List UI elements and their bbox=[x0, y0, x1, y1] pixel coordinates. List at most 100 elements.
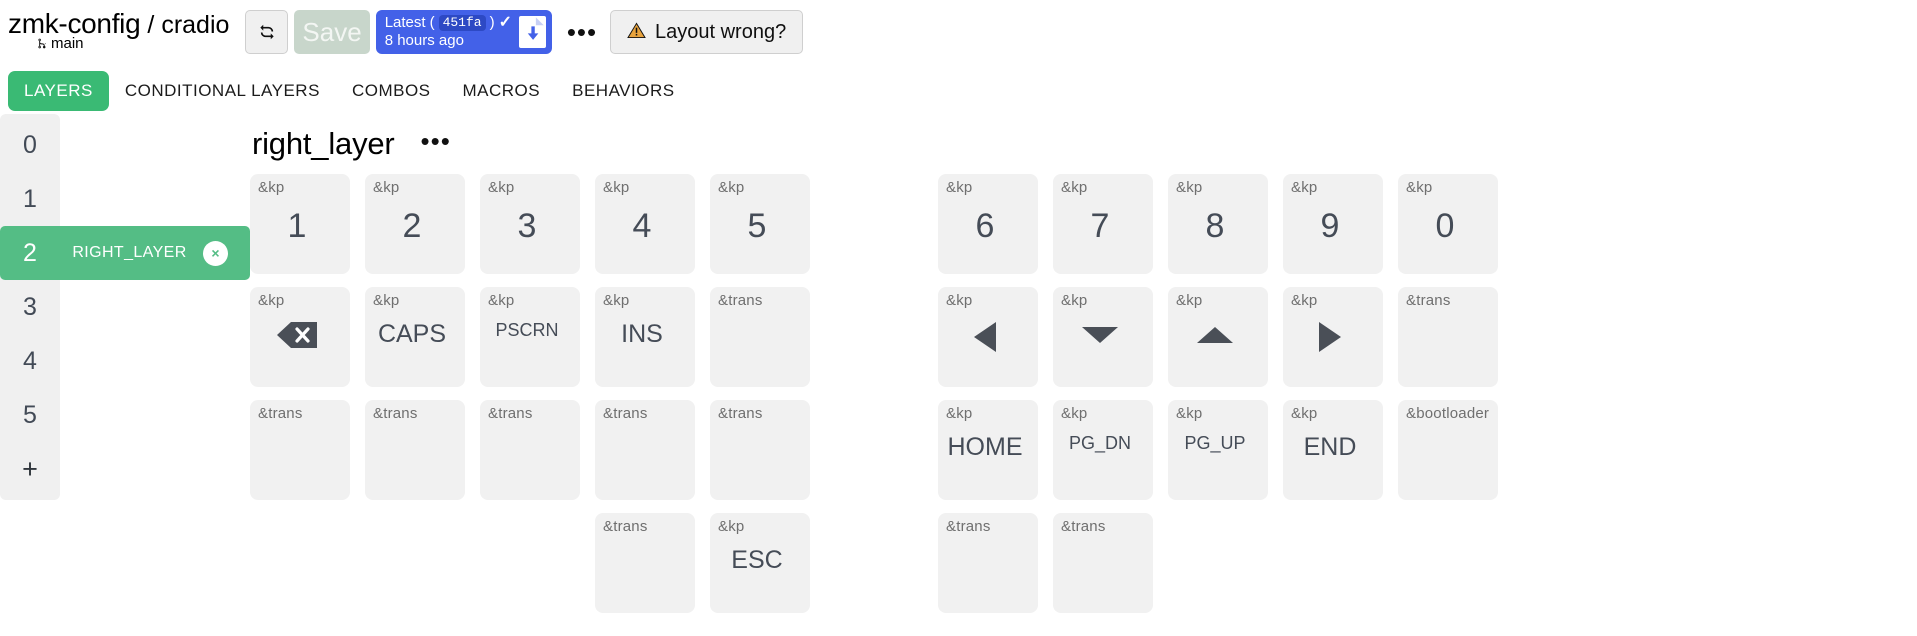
keymap-more-button[interactable]: ••• bbox=[417, 128, 455, 158]
keymap-key[interactable]: &trans bbox=[480, 400, 580, 500]
layout-wrong-label: Layout wrong? bbox=[654, 20, 787, 43]
key-code: PG_DN bbox=[1068, 433, 1131, 453]
key-behavior: &trans bbox=[718, 292, 763, 309]
keymap-key[interactable]: &kp PSCRN bbox=[480, 287, 580, 387]
layer-number: 4 bbox=[23, 346, 37, 375]
layer-delete-icon[interactable]: × bbox=[203, 240, 228, 266]
key-code: 0 bbox=[1435, 207, 1455, 245]
keymap-key[interactable]: &trans bbox=[710, 400, 810, 500]
key-behavior: &kp bbox=[603, 292, 630, 309]
key-behavior: &kp bbox=[1061, 292, 1088, 309]
key-behavior: &trans bbox=[488, 405, 533, 422]
key-behavior: &kp bbox=[258, 179, 285, 196]
commit-open-paren: ( bbox=[429, 14, 435, 32]
tab-combos[interactable]: COMBOS bbox=[336, 71, 447, 111]
key-behavior: &trans bbox=[603, 518, 648, 535]
download-file-button[interactable] bbox=[518, 16, 546, 48]
keymap-key[interactable]: &kp 7 bbox=[1053, 174, 1153, 274]
key-behavior: &kp bbox=[946, 405, 973, 422]
keymap-key[interactable]: &kp PG_DN bbox=[1053, 400, 1153, 500]
keymap-key[interactable]: &trans bbox=[595, 513, 695, 613]
refresh-button[interactable] bbox=[245, 10, 289, 54]
keymap-key[interactable]: &kp 9 bbox=[1283, 174, 1383, 274]
save-button[interactable]: Save bbox=[294, 10, 370, 54]
keymap-key[interactable]: &kp bbox=[1053, 287, 1153, 387]
arrow-left-icon bbox=[938, 320, 1032, 354]
layer-row-5[interactable]: 5 bbox=[0, 388, 60, 442]
layer-sidebar: 0 1 2 RIGHT_LAYER × 3 4 5 + bbox=[0, 114, 250, 634]
keymap-key[interactable]: &trans bbox=[938, 513, 1038, 613]
layer-number: 5 bbox=[23, 400, 37, 429]
repo-breadcrumb: zmk-config / cradio main bbox=[8, 10, 239, 52]
key-behavior: &trans bbox=[373, 405, 418, 422]
key-behavior: &trans bbox=[1406, 292, 1451, 309]
keyboard-grid: &kp 1 &kp 2 &kp 3 &kp 4 &kp 5 &kp 6 &kp 7 &kp 8 &kp 9 &kp 0… bbox=[250, 174, 1498, 613]
layer-row-4[interactable]: 4 bbox=[0, 334, 60, 388]
key-behavior: &kp bbox=[946, 292, 973, 309]
tab-macros[interactable]: MACROS bbox=[447, 71, 557, 111]
layout-wrong-button[interactable]: Layout wrong? bbox=[609, 10, 804, 54]
keymap-key[interactable]: &kp 4 bbox=[595, 174, 695, 274]
keymap-key[interactable]: &kp 3 bbox=[480, 174, 580, 274]
keymap-key[interactable]: &kp bbox=[1283, 287, 1383, 387]
key-code: 3 bbox=[517, 207, 537, 245]
header-more-button[interactable]: ••• bbox=[566, 10, 598, 54]
keymap-key[interactable]: &kp 1 bbox=[250, 174, 350, 274]
arrow-up-icon bbox=[1168, 320, 1262, 349]
layer-row-0[interactable]: 0 bbox=[0, 118, 60, 172]
keymap-key[interactable]: &trans bbox=[595, 400, 695, 500]
key-behavior: &kp bbox=[1406, 179, 1433, 196]
keymap-key[interactable]: &trans bbox=[250, 400, 350, 500]
keymap-key[interactable]: &kp 8 bbox=[1168, 174, 1268, 274]
tab-conditional-layers[interactable]: CONDITIONAL LAYERS bbox=[109, 71, 336, 111]
commit-time: 8 hours ago bbox=[384, 32, 464, 49]
layer-number: 2 bbox=[23, 238, 37, 267]
layer-row-2[interactable]: 2 RIGHT_LAYER × bbox=[0, 226, 250, 280]
key-code: PG_UP bbox=[1184, 433, 1246, 453]
key-behavior: &kp bbox=[488, 292, 515, 309]
keymap-key[interactable]: &kp ESC bbox=[710, 513, 810, 613]
keymap-header: right_layer ••• bbox=[250, 114, 1917, 174]
key-behavior: &kp bbox=[1176, 405, 1203, 422]
refresh-icon bbox=[260, 24, 274, 40]
branch-indicator: main bbox=[36, 36, 84, 51]
keymap-key[interactable]: &trans bbox=[365, 400, 465, 500]
commit-status-chip[interactable]: Latest ( 451fa ) ✓ 8 hours ago bbox=[375, 10, 552, 54]
keymap-key[interactable]: &kp PG_UP bbox=[1168, 400, 1268, 500]
key-behavior: &kp bbox=[373, 292, 400, 309]
key-behavior: &trans bbox=[603, 405, 648, 422]
keymap-key[interactable]: &kp HOME bbox=[938, 400, 1038, 500]
tab-layers[interactable]: LAYERS bbox=[8, 71, 109, 111]
keymap-key[interactable]: &kp bbox=[938, 287, 1038, 387]
keymap-key[interactable]: &kp bbox=[250, 287, 350, 387]
key-behavior: &kp bbox=[718, 518, 745, 535]
main-content: 0 1 2 RIGHT_LAYER × 3 4 5 + right_layer ••• &kp 1… bbox=[0, 114, 1917, 634]
keymap-key[interactable]: &kp CAPS bbox=[365, 287, 465, 387]
keymap-key[interactable]: &trans bbox=[1053, 513, 1153, 613]
keymap-key[interactable]: &kp 0 bbox=[1398, 174, 1498, 274]
layer-list: 0 1 2 RIGHT_LAYER × 3 4 5 + bbox=[0, 114, 250, 500]
key-code: 4 bbox=[632, 207, 652, 245]
commit-hash: 451fa bbox=[438, 14, 486, 32]
key-behavior: &trans bbox=[258, 405, 303, 422]
keyboard-name: cradio bbox=[161, 11, 230, 39]
layer-number: 0 bbox=[23, 130, 37, 159]
keymap-key[interactable]: &kp 6 bbox=[938, 174, 1038, 274]
add-layer-button[interactable]: + bbox=[0, 442, 60, 496]
key-behavior: &trans bbox=[718, 405, 763, 422]
keymap-key[interactable]: &kp 2 bbox=[365, 174, 465, 274]
keymap-key[interactable]: &kp INS bbox=[595, 287, 695, 387]
keymap-key[interactable]: &trans bbox=[710, 287, 810, 387]
layer-row-1[interactable]: 1 bbox=[0, 172, 60, 226]
layer-row-3[interactable]: 3 bbox=[0, 280, 60, 334]
keymap-key[interactable]: &trans bbox=[1398, 287, 1498, 387]
branch-name: main bbox=[51, 35, 84, 52]
check-icon: ✓ bbox=[498, 14, 512, 32]
keymap-key[interactable]: &kp bbox=[1168, 287, 1268, 387]
key-behavior: &kp bbox=[373, 179, 400, 196]
tab-behaviors[interactable]: BEHAVIORS bbox=[556, 71, 690, 111]
keymap-key[interactable]: &bootloader bbox=[1398, 400, 1498, 500]
keymap-key[interactable]: &kp 5 bbox=[710, 174, 810, 274]
keymap-key[interactable]: &kp END bbox=[1283, 400, 1383, 500]
key-behavior: &kp bbox=[603, 179, 630, 196]
